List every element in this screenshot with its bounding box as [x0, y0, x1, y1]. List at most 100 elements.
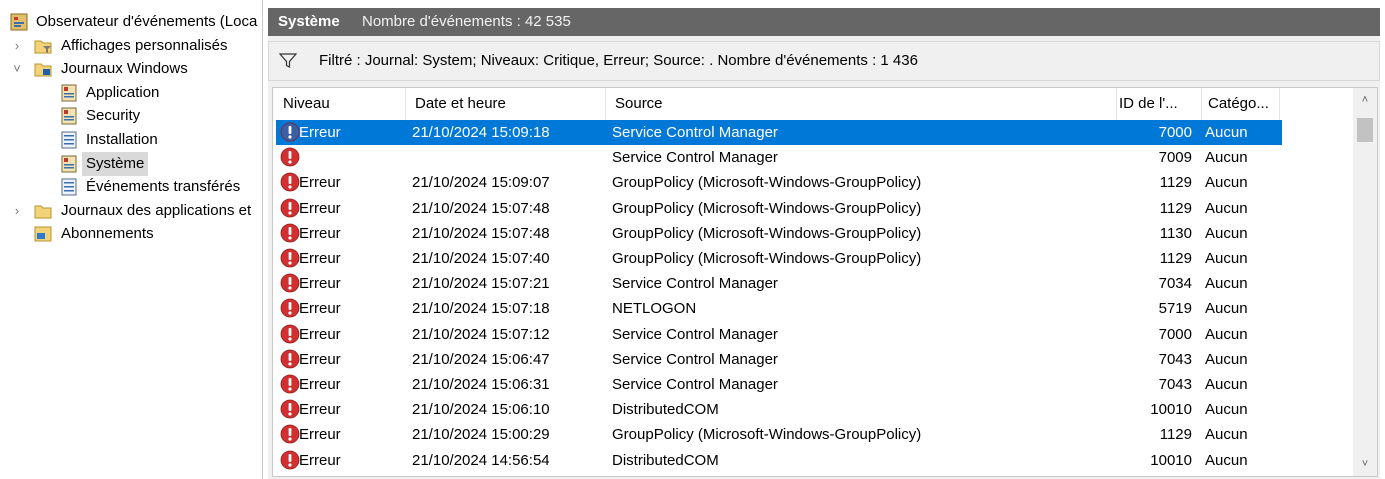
col-category[interactable]: Catégo... [1208, 88, 1278, 120]
table-row[interactable]: Erreur 21/10/2024 15:09:07 GroupPolicy (Mi… [276, 170, 1282, 195]
cell-source: Service Control Manager [612, 351, 778, 368]
table-row[interactable]: Erreur 21/10/2024 15:07:12 Service Control… [276, 322, 1282, 347]
tree-item-6[interactable]: Système [0, 152, 262, 176]
log-icon [61, 84, 77, 102]
column-separator[interactable] [605, 88, 606, 120]
cell-level: Erreur [299, 326, 341, 343]
tree-item-7[interactable]: Événements transférés [0, 175, 262, 199]
cell-event-id: 7043 [1158, 351, 1192, 368]
cell-category: Aucun [1205, 376, 1248, 393]
table-row[interactable]: Erreur 21/10/2024 15:09:18 Service Control… [276, 120, 1282, 145]
scroll-thumb[interactable] [1357, 118, 1373, 142]
col-source[interactable]: Source [615, 88, 1095, 120]
cell-source: Service Control Manager [612, 124, 778, 141]
table-row[interactable]: Erreur 21/10/2024 15:07:48 GroupPolicy (Mi… [276, 196, 1282, 221]
vertical-scrollbar[interactable]: ˄ ˅ [1353, 88, 1377, 476]
cell-level: Erreur [299, 124, 341, 141]
table-row[interactable]: Erreur 21/10/2024 15:07:48 GroupPolicy (Mi… [276, 221, 1282, 246]
table-row[interactable]: Erreur 21/10/2024 15:07:18 NETLOGON 5719 Auc… [276, 296, 1282, 321]
folder-icon [34, 205, 52, 219]
column-separator[interactable] [1116, 88, 1117, 120]
log-title: Système [278, 13, 340, 30]
scroll-up-icon[interactable]: ˄ [1353, 88, 1377, 112]
error-icon [280, 374, 300, 394]
error-icon [280, 223, 300, 243]
cell-level: Erreur [299, 174, 341, 191]
cell-event-id: 1129 [1159, 426, 1192, 443]
table-row[interactable]: Erreur 21/10/2024 15:06:10 DistributedCOM 1… [276, 397, 1282, 422]
column-separator[interactable] [1279, 88, 1280, 120]
cell-source: GroupPolicy (Microsoft-Windows-GroupPoli… [612, 174, 922, 191]
tree-item-label: Journaux des applications et [61, 202, 252, 219]
error-icon [280, 273, 300, 293]
cell-source: Service Control Manager [612, 376, 778, 393]
error-icon [280, 298, 300, 318]
cell-level: Erreur [299, 250, 341, 267]
tree-item-9[interactable]: Abonnements [0, 222, 262, 246]
cell-source: Service Control Manager [612, 326, 778, 343]
events-table: Niveau Date et heure Source ID de l'... Caté… [272, 87, 1378, 477]
error-icon [280, 172, 300, 192]
cell-level: Erreur [299, 426, 341, 443]
tree-item-0[interactable]: Observateur d'événements (Loca [0, 10, 262, 34]
scroll-down-icon[interactable]: ˅ [1353, 452, 1377, 476]
cell-category: Aucun [1205, 124, 1248, 141]
tree-item-5[interactable]: Installation [0, 128, 262, 152]
tree-item-label: Installation [86, 131, 158, 148]
tree-item-8[interactable]: › Journaux des applications et [0, 199, 262, 223]
filter-description: Filtré : Journal: System; Niveaux: Criti… [319, 52, 918, 69]
tree-item-4[interactable]: Security [0, 104, 262, 128]
folder-windows-icon [34, 63, 52, 77]
column-separator[interactable] [405, 88, 406, 120]
cell-date: 21/10/2024 15:07:40 [412, 250, 550, 267]
table-row[interactable]: Erreur 21/10/2024 15:00:29 GroupPolicy (Mi… [276, 422, 1282, 447]
error-icon [280, 198, 300, 218]
table-row[interactable]: Erreur 21/10/2024 15:07:40 GroupPolicy (Mi… [276, 246, 1282, 271]
error-icon [280, 349, 300, 369]
cell-date: 21/10/2024 15:06:47 [412, 351, 550, 368]
cell-source: NETLOGON [612, 300, 697, 317]
cell-category: Aucun [1205, 225, 1248, 242]
tree-item-1[interactable]: › Affichages personnalisés [0, 34, 262, 58]
chevron-right-icon[interactable]: › [10, 199, 24, 223]
cell-event-id: 7034 [1158, 275, 1192, 292]
cell-date: 21/10/2024 14:56:54 [412, 452, 550, 469]
tree-item-label: Affichages personnalisés [61, 37, 228, 54]
cell-date: 21/10/2024 15:06:10 [412, 401, 550, 418]
cell-event-id: 1129 [1159, 200, 1192, 217]
tree-item-3[interactable]: Application [0, 81, 262, 105]
log-icon [61, 155, 77, 173]
cell-level: Erreur [299, 200, 341, 217]
cell-source: Service Control Manager [612, 275, 778, 292]
cell-source: DistributedCOM [612, 452, 719, 469]
table-row[interactable]: Erreur 21/10/2024 14:56:54 DistributedCOM 1… [276, 448, 1282, 473]
error-icon [280, 122, 300, 142]
cell-category: Aucun [1205, 149, 1248, 166]
log-plain-icon [61, 178, 77, 196]
table-row[interactable]: Erreur 21/10/2024 15:07:21 Service Control… [276, 271, 1282, 296]
chevron-down-icon[interactable]: ˅ [10, 57, 24, 81]
column-separator[interactable] [1201, 88, 1202, 120]
filter-bar: Filtré : Journal: System; Niveaux: Criti… [268, 41, 1380, 81]
col-date[interactable]: Date et heure [415, 88, 595, 120]
table-row[interactable]: Erreur 21/10/2024 15:06:47 Service Control… [276, 347, 1282, 372]
cell-date: 21/10/2024 15:07:18 [412, 300, 550, 317]
table-row[interactable]: Service Control Manager 7009 Aucun [276, 145, 1282, 170]
log-icon [61, 107, 77, 125]
error-icon [280, 248, 300, 268]
filter-icon [279, 53, 297, 68]
cell-event-id: 1129 [1159, 174, 1192, 191]
cell-source: GroupPolicy (Microsoft-Windows-GroupPoli… [612, 426, 922, 443]
cell-category: Aucun [1205, 326, 1248, 343]
cell-event-id: 1129 [1159, 250, 1192, 267]
col-event-id[interactable]: ID de l'... [1119, 88, 1199, 120]
cell-category: Aucun [1205, 452, 1248, 469]
chevron-right-icon[interactable]: › [10, 34, 24, 58]
cell-source: DistributedCOM [612, 401, 719, 418]
cell-source: GroupPolicy (Microsoft-Windows-GroupPoli… [612, 225, 922, 242]
table-row[interactable]: Erreur 21/10/2024 15:06:31 Service Control… [276, 372, 1282, 397]
tree-item-2[interactable]: ˅ Journaux Windows [0, 57, 262, 81]
col-level[interactable]: Niveau [283, 88, 393, 120]
cell-date: 21/10/2024 15:07:21 [412, 275, 550, 292]
cell-category: Aucun [1205, 300, 1248, 317]
